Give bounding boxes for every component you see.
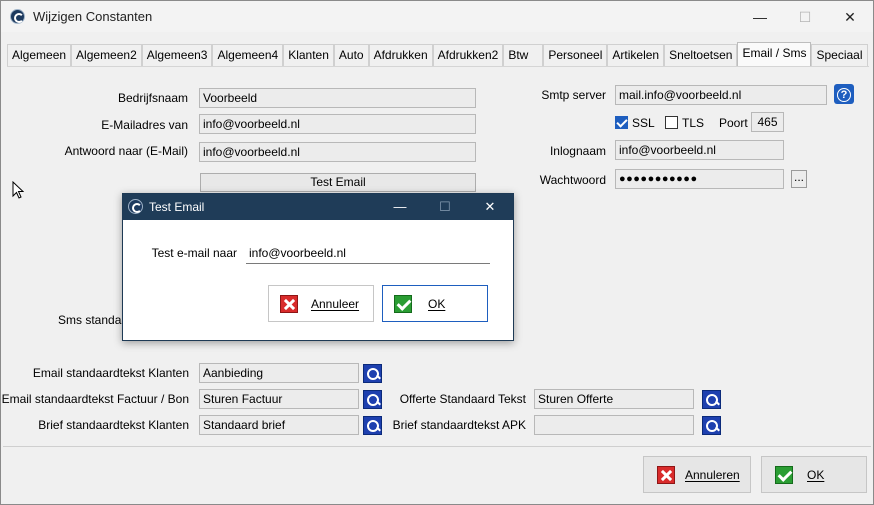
ssl-checkbox[interactable] <box>615 116 628 129</box>
test-email-dialog: Test Email — ☐ ✕ Test e-mail naar info@v… <box>122 193 514 341</box>
dialog-minimize-button[interactable]: — <box>377 195 423 219</box>
dialog-title-bar[interactable]: Test Email — ☐ ✕ <box>123 194 513 220</box>
dialog-cancel-icon <box>280 295 298 313</box>
dialog-ok-button[interactable]: OK <box>382 285 488 322</box>
email-factuur-label: Email standaardtekst Factuur / Bon <box>1 392 189 406</box>
brief-klanten-label: Brief standaardtekst Klanten <box>38 418 189 432</box>
help-icon[interactable]: ? <box>834 84 854 104</box>
smtp-field[interactable]: mail.info@voorbeeld.nl <box>615 85 827 105</box>
annuleren-button[interactable]: Annuleren <box>643 456 751 493</box>
tab-personeel[interactable]: Personeel <box>543 44 608 66</box>
sms-standaard-label: Sms standaar <box>58 313 133 327</box>
tab-afdrukken[interactable]: Afdrukken <box>368 44 433 66</box>
test-email-button[interactable]: Test Email <box>200 173 476 192</box>
email-klanten-field[interactable]: Aanbieding <box>199 363 359 383</box>
tab-algemeen3[interactable]: Algemeen3 <box>141 44 213 66</box>
brief-apk-field[interactable] <box>534 415 694 435</box>
annuleren-label: Annuleren <box>685 468 740 482</box>
dialog-annuleer-label: Annuleer <box>311 297 360 311</box>
antwoord-field[interactable]: info@voorbeeld.nl <box>199 142 476 162</box>
poort-label: Poort <box>719 116 748 130</box>
smtp-label: Smtp server <box>541 88 606 102</box>
tab-sneltoetsen[interactable]: Sneltoetsen <box>664 44 738 66</box>
dialog-ok-check-icon <box>394 295 412 313</box>
tls-label: TLS <box>682 116 705 130</box>
tab-bar: Algemeen Algemeen2 Algemeen3 Algemeen4 K… <box>7 42 868 66</box>
password-more-button[interactable]: ... <box>791 170 807 188</box>
footer-divider <box>3 446 871 447</box>
window-title: Wijzigen Constanten <box>33 9 153 24</box>
tab-algemeen2[interactable]: Algemeen2 <box>71 44 142 66</box>
ok-button[interactable]: OK <box>761 456 867 493</box>
poort-field[interactable]: 465 <box>751 112 784 132</box>
inlognaam-label: Inlognaam <box>549 144 606 158</box>
title-bar[interactable]: Wijzigen Constanten — ☐ ✕ <box>1 1 873 32</box>
tab-artikelen[interactable]: Artikelen <box>607 44 665 66</box>
bedrijfsnaam-field[interactable]: Voorbeeld <box>199 88 476 108</box>
tab-afdrukken2[interactable]: Afdrukken2 <box>432 44 504 66</box>
app-logo-icon <box>10 9 25 24</box>
emailadres-label: E-Mailadres van <box>101 118 188 132</box>
brief-apk-label: Brief standaardtekst APK <box>392 418 526 432</box>
dialog-maximize-button[interactable]: ☐ <box>422 195 468 219</box>
dialog-title: Test Email <box>149 200 205 214</box>
tab-btw[interactable]: Btw <box>503 44 544 66</box>
ok-label: OK <box>807 468 825 482</box>
dialog-app-icon <box>128 199 143 214</box>
emailadres-field[interactable]: info@voorbeeld.nl <box>199 114 476 134</box>
tab-auto[interactable]: Auto <box>333 44 369 66</box>
brief-klanten-field[interactable]: Standaard brief <box>199 415 359 435</box>
email-factuur-field[interactable]: Sturen Factuur <box>199 389 359 409</box>
dialog-ok-label: OK <box>428 297 446 311</box>
offerte-field[interactable]: Sturen Offerte <box>534 389 694 409</box>
maximize-button[interactable]: ☐ <box>782 5 828 29</box>
offerte-label: Offerte Standaard Tekst <box>399 392 526 406</box>
tab-algemeen[interactable]: Algemeen <box>7 44 72 66</box>
antwoord-label: Antwoord naar (E-Mail) <box>64 144 188 158</box>
help-glyph: ? <box>837 88 851 102</box>
dialog-close-button[interactable]: ✕ <box>467 195 513 219</box>
minimize-button[interactable]: — <box>737 5 783 29</box>
cancel-icon <box>657 466 675 484</box>
inlognaam-field[interactable]: info@voorbeeld.nl <box>615 140 784 160</box>
tls-checkbox[interactable] <box>665 116 678 129</box>
offerte-search-icon[interactable] <box>702 390 721 409</box>
tab-algemeen4[interactable]: Algemeen4 <box>212 44 284 66</box>
brief-apk-search-icon[interactable] <box>702 416 721 435</box>
email-klanten-label: Email standaardtekst Klanten <box>32 366 189 380</box>
dialog-body: Test e-mail naar info@voorbeeld.nl Annul… <box>123 220 513 340</box>
tab-klanten[interactable]: Klanten <box>283 44 334 66</box>
dialog-annuleer-button[interactable]: Annuleer <box>268 285 374 322</box>
bedrijfsnaam-label: Bedrijfsnaam <box>117 91 188 105</box>
ssl-label: SSL <box>632 116 655 130</box>
test-email-to-field[interactable]: info@voorbeeld.nl <box>246 244 490 264</box>
ok-check-icon <box>775 466 793 484</box>
close-button[interactable]: ✕ <box>827 5 873 29</box>
email-klanten-search-icon[interactable] <box>363 364 382 383</box>
tab-speciaal[interactable]: Speciaal <box>811 44 868 66</box>
brief-klanten-search-icon[interactable] <box>363 416 382 435</box>
wachtwoord-field[interactable]: ●●●●●●●●●●● <box>615 169 784 189</box>
tab-email-sms[interactable]: Email / Sms <box>737 42 812 66</box>
test-email-to-label: Test e-mail naar <box>151 246 237 260</box>
email-factuur-search-icon[interactable] <box>363 390 382 409</box>
wachtwoord-label: Wachtwoord <box>539 173 606 187</box>
